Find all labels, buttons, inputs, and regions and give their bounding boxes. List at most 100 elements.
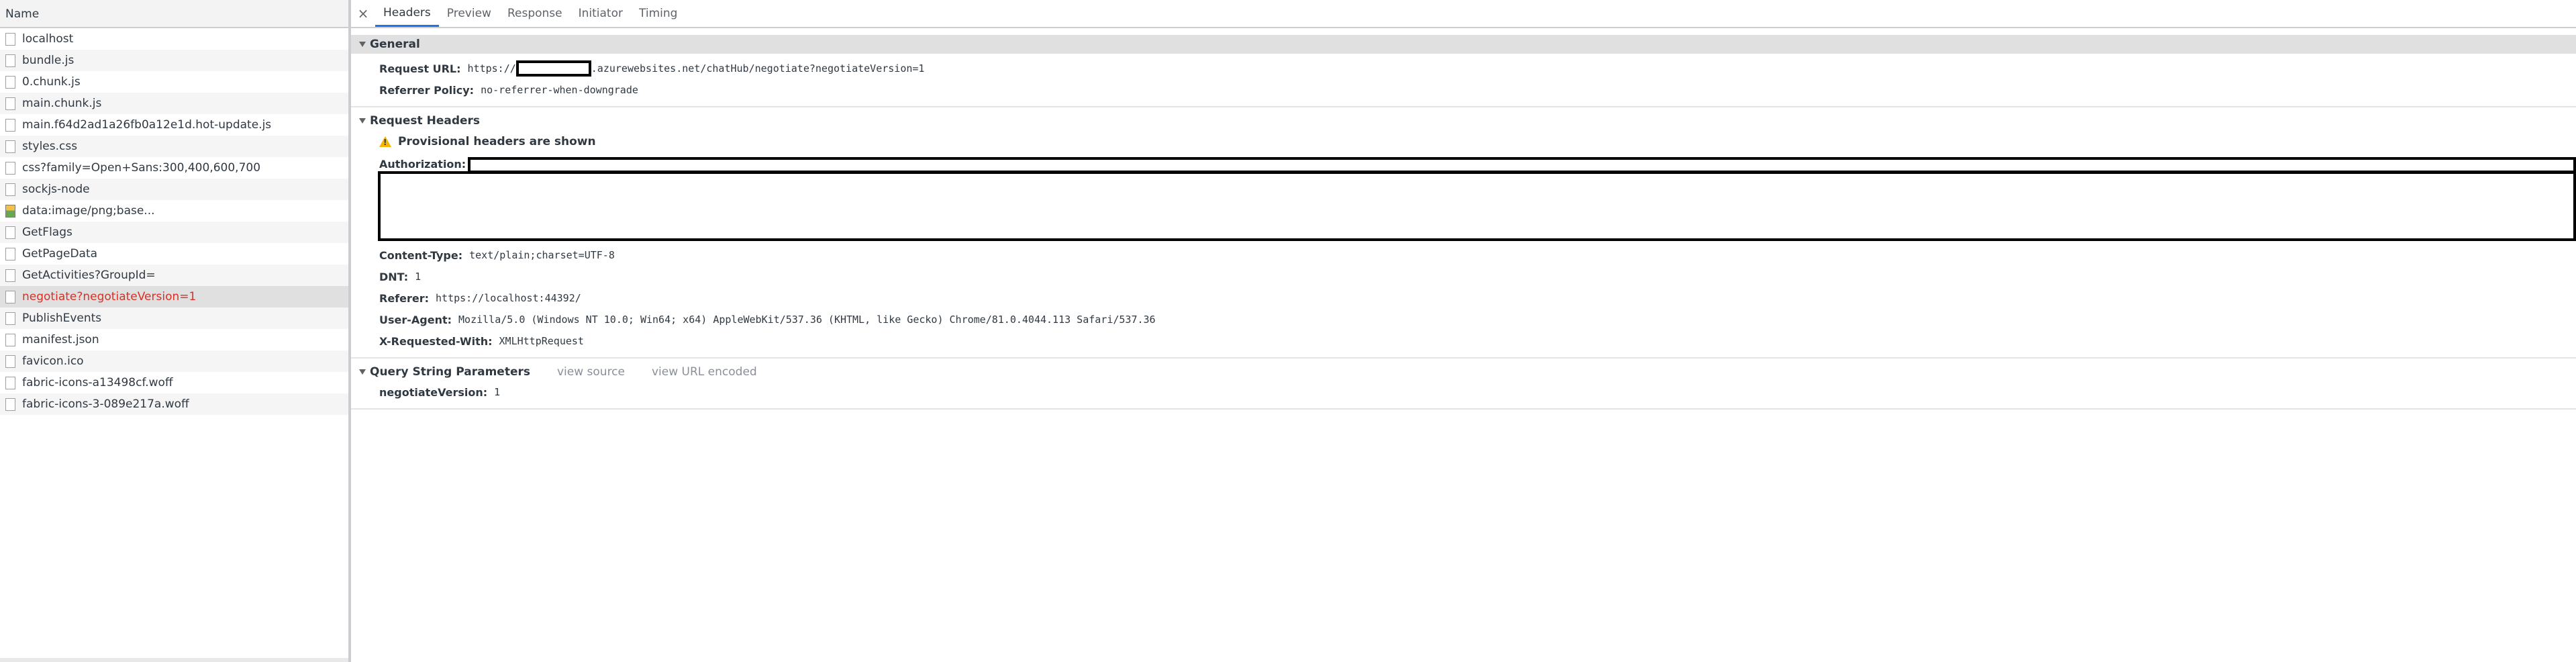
referrer-policy-value: no-referrer-when-downgrade: [481, 84, 638, 96]
request-name: fabric-icons-3-089e217a.woff: [22, 397, 189, 411]
request-name: GetFlags: [22, 226, 72, 239]
request-name: main.f64d2ad1a26fb0a12e1d.hot-update.js: [22, 118, 272, 132]
query-string-title: Query String Parameters: [370, 365, 530, 379]
x-requested-with-label: X-Requested-With:: [379, 334, 493, 348]
tab-preview[interactable]: Preview: [439, 0, 499, 27]
document-icon: [5, 97, 15, 110]
request-list-panel: Name localhost bundle.js 0.chunk.js main.ch…: [0, 0, 351, 662]
referrer-policy-row: Referrer Policy: no-referrer-when-downgr…: [351, 79, 2576, 101]
name-column-header[interactable]: Name: [0, 0, 348, 28]
document-icon: [5, 397, 15, 411]
referer-value: https://localhost:44392/: [436, 292, 581, 304]
document-icon: [5, 183, 15, 196]
content-type-row: Content-Type: text/plain;charset=UTF-8: [351, 244, 2576, 266]
request-list-item[interactable]: negotiate?negotiateVersion=1: [0, 286, 348, 308]
name-column-label: Name: [5, 7, 40, 21]
x-requested-with-value: XMLHttpRequest: [499, 335, 584, 347]
request-name: localhost: [22, 32, 74, 46]
document-icon: [5, 226, 15, 239]
query-string-section-header[interactable]: Query String Parameters view source view…: [351, 363, 2576, 381]
x-requested-with-row: X-Requested-With: XMLHttpRequest: [351, 330, 2576, 352]
request-list-item[interactable]: data:image/png;base...: [0, 200, 348, 222]
negotiate-version-value: 1: [494, 386, 501, 398]
request-list-item[interactable]: main.f64d2ad1a26fb0a12e1d.hot-update.js: [0, 114, 348, 136]
warning-text: Provisional headers are shown: [398, 135, 596, 148]
request-headers-title: Request Headers: [370, 114, 481, 128]
request-name: favicon.ico: [22, 354, 84, 368]
request-name: GetActivities?GroupId=: [22, 269, 156, 282]
document-icon: [5, 376, 15, 389]
request-list-item[interactable]: localhost: [0, 28, 348, 50]
document-icon: [5, 75, 15, 89]
user-agent-label: User-Agent:: [379, 313, 452, 326]
request-list-item[interactable]: styles.css: [0, 136, 348, 157]
request-name: negotiate?negotiateVersion=1: [22, 290, 197, 303]
redaction-box: [515, 60, 591, 77]
collapse-triangle-icon: [359, 369, 366, 375]
request-list-item[interactable]: fabric-icons-3-089e217a.woff: [0, 393, 348, 415]
request-list-item[interactable]: favicon.ico: [0, 350, 348, 372]
request-list-item[interactable]: css?family=Open+Sans:300,400,600,700: [0, 157, 348, 179]
dnt-row: DNT: 1: [351, 266, 2576, 287]
referer-row: Referer: https://localhost:44392/: [351, 287, 2576, 309]
negotiate-version-row: negotiateVersion: 1: [351, 381, 2576, 403]
document-icon: [5, 54, 15, 67]
request-list-item[interactable]: manifest.json: [0, 329, 348, 350]
request-url-suffix: .azurewebsites.net/chatHub/negotiate?neg…: [591, 62, 925, 75]
request-name: GetPageData: [22, 247, 98, 261]
request-list-item[interactable]: fabric-icons-a13498cf.woff: [0, 372, 348, 393]
negotiate-version-label: negotiateVersion:: [379, 385, 488, 399]
request-url-prefix: https://: [467, 62, 516, 75]
document-icon: [5, 32, 15, 46]
view-url-encoded-link[interactable]: view URL encoded: [652, 365, 757, 379]
panel-bottom-edge: [0, 658, 348, 662]
request-name: fabric-icons-a13498cf.woff: [22, 376, 173, 389]
section-divider: [351, 357, 2576, 359]
user-agent-row: User-Agent: Mozilla/5.0 (Windows NT 10.0…: [351, 309, 2576, 330]
request-list-item[interactable]: GetFlags: [0, 222, 348, 243]
request-name: bundle.js: [22, 54, 75, 67]
details-tab-bar: × Headers Preview Response Initiator Tim…: [351, 0, 2576, 28]
request-list-item[interactable]: GetPageData: [0, 243, 348, 265]
document-icon: [5, 161, 15, 175]
tab-initiator[interactable]: Initiator: [571, 0, 631, 27]
general-section-title: General: [370, 38, 420, 51]
document-icon: [5, 118, 15, 132]
image-icon: [5, 204, 15, 218]
request-headers-section-header[interactable]: Request Headers: [351, 111, 2576, 130]
request-name: css?family=Open+Sans:300,400,600,700: [22, 161, 261, 175]
request-list-item[interactable]: PublishEvents: [0, 308, 348, 329]
request-details-panel: × Headers Preview Response Initiator Tim…: [351, 0, 2576, 662]
collapse-triangle-icon: [359, 42, 366, 47]
redaction-box: [378, 171, 2576, 241]
warning-icon: [379, 136, 391, 147]
referer-label: Referer:: [379, 291, 430, 305]
request-name: manifest.json: [22, 333, 99, 346]
document-icon: [5, 333, 15, 346]
request-list-item[interactable]: bundle.js: [0, 50, 348, 71]
request-name: data:image/png;base...: [22, 204, 155, 218]
document-icon: [5, 354, 15, 368]
request-name: 0.chunk.js: [22, 75, 81, 89]
document-icon: [5, 312, 15, 325]
request-name: styles.css: [22, 140, 78, 153]
tab-headers[interactable]: Headers: [375, 0, 439, 27]
request-list: localhost bundle.js 0.chunk.js main.chunk.j…: [0, 28, 348, 415]
authorization-label: Authorization:: [379, 157, 466, 171]
general-section-header[interactable]: General: [351, 35, 2576, 54]
tab-response[interactable]: Response: [499, 0, 571, 27]
tab-timing[interactable]: Timing: [631, 0, 685, 27]
request-name: sockjs-node: [22, 183, 90, 196]
dnt-value: 1: [415, 271, 422, 283]
close-icon[interactable]: ×: [351, 0, 375, 27]
request-list-item[interactable]: main.chunk.js: [0, 93, 348, 114]
request-list-item[interactable]: GetActivities?GroupId=: [0, 265, 348, 286]
document-icon: [5, 247, 15, 261]
request-url-label: Request URL:: [379, 62, 461, 75]
document-icon: [5, 290, 15, 303]
view-source-link[interactable]: view source: [557, 365, 625, 379]
collapse-triangle-icon: [359, 118, 366, 124]
referrer-policy-label: Referrer Policy:: [379, 83, 475, 97]
request-list-item[interactable]: sockjs-node: [0, 179, 348, 200]
request-list-item[interactable]: 0.chunk.js: [0, 71, 348, 93]
